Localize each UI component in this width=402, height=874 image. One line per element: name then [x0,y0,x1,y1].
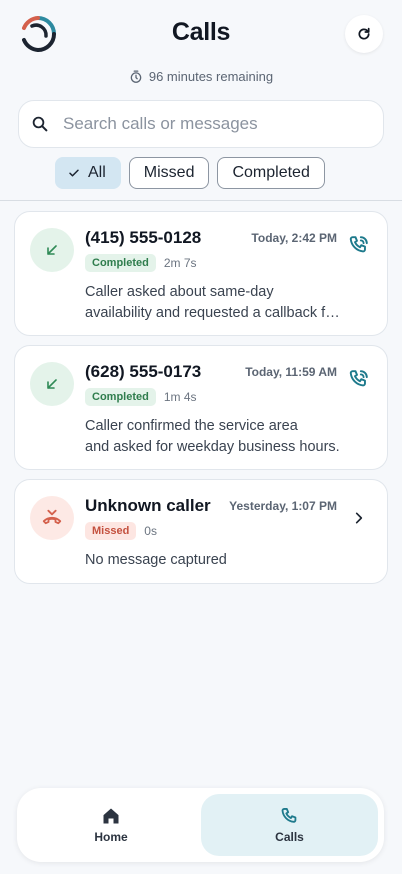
tab-home-label: Home [94,830,128,844]
filter-missed-label: Missed [143,164,195,181]
status-badge: Completed [85,388,156,406]
call-direction-badge [30,496,74,540]
call-message-line: Caller asked about same-day [85,284,274,300]
call-message: No message captured [85,550,343,571]
page-title: Calls [171,18,231,46]
caller-name: (628) 555-0173 [85,362,202,381]
caller-name: (415) 555-0128 [85,228,202,247]
status-badge: Missed [85,522,137,540]
callback-button[interactable] [348,234,370,256]
call-duration: 1m 4s [163,390,197,404]
call-card[interactable]: (628) 555-0173 Today, 11:59 AM Completed… [14,345,388,470]
call-message-line: and asked for weekday business hours. [85,439,340,455]
check-icon [69,169,79,177]
filter-all-chip[interactable]: All [55,157,121,189]
minutes-remaining-text: 96 minutes remaining [148,69,274,84]
call-card[interactable]: (415) 555-0128 Today, 2:42 PM Completed … [14,211,388,336]
search-icon [32,116,48,132]
call-message-line: Caller confirmed the service area [85,418,298,434]
call-message-line: availability and requested a callback fo… [85,305,343,321]
missed-call-icon [42,509,62,525]
filter-chips: All Missed Completed [55,157,325,189]
caller-name: Unknown caller [85,496,211,515]
filter-missed-chip[interactable]: Missed [128,157,210,189]
callback-button[interactable] [348,368,370,390]
incoming-arrow-icon [47,379,57,389]
call-meta: Completed 1m 4s [85,388,197,406]
header-divider [0,200,402,201]
app-header: Calls 96 minutes remaining All Missed [0,0,402,202]
refresh-icon [358,27,370,40]
search-input[interactable] [63,114,363,134]
timer-icon [130,70,142,83]
filter-completed-label: Completed [232,164,310,181]
call-message: Caller asked about same-day availability… [85,282,343,324]
refresh-button[interactable] [345,15,383,53]
call-duration: 2m 7s [163,256,197,270]
call-message-line: No message captured [85,552,227,568]
call-time: Yesterday, 1:07 PM [229,499,337,513]
phone-icon [281,808,296,823]
call-message: Caller confirmed the service area and as… [85,416,343,458]
call-card[interactable]: Unknown caller Yesterday, 1:07 PM Missed… [14,479,388,584]
call-meta: Missed 0s [85,522,157,540]
tab-calls-label: Calls [275,830,304,844]
home-icon [103,808,119,824]
incoming-arrow-icon [47,245,57,255]
call-direction-badge [30,228,74,272]
open-call-button[interactable] [348,507,370,529]
call-time: Today, 11:59 AM [245,365,337,379]
call-direction-badge [30,362,74,406]
search-bar[interactable] [18,100,384,148]
call-time: Today, 2:42 PM [251,231,337,245]
tab-calls[interactable]: Calls [201,794,378,856]
call-duration: 0s [144,524,157,538]
status-badge: Completed [85,254,156,272]
phone-callback-icon [349,236,368,253]
chevron-right-icon [355,512,363,524]
phone-callback-icon [349,370,368,387]
bottom-tab-bar: Home Calls [17,788,384,862]
filter-completed-chip[interactable]: Completed [217,157,325,189]
filter-all-label: All [88,164,106,181]
minutes-remaining: 96 minutes remaining [0,69,402,84]
call-meta: Completed 2m 7s [85,254,197,272]
tab-home[interactable]: Home [23,794,199,856]
